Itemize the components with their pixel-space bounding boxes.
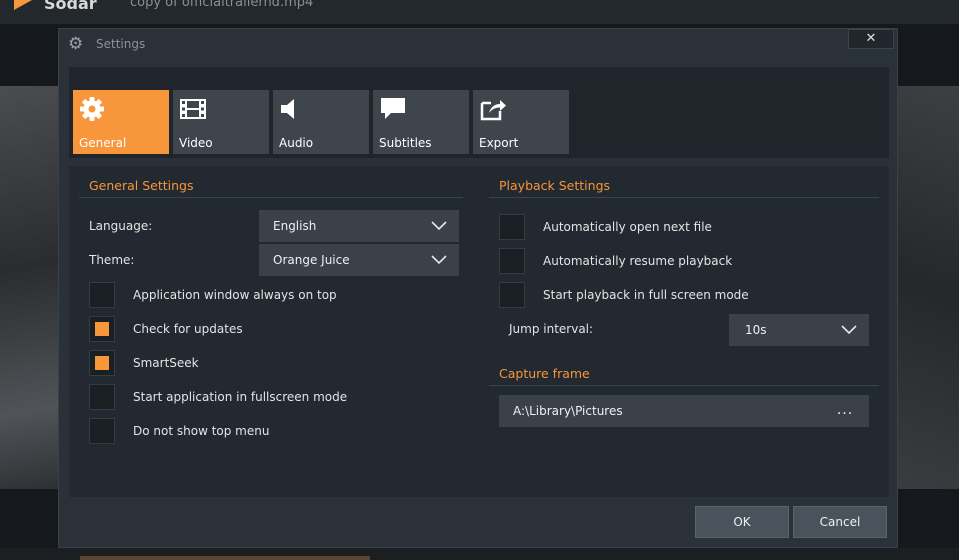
chevron-down-icon bbox=[431, 221, 447, 231]
tab-export[interactable]: Export bbox=[473, 90, 569, 154]
tab-video-label: Video bbox=[179, 136, 213, 150]
fullscreen-start-label: Start application in fullscreen mode bbox=[133, 390, 348, 404]
theme-select[interactable]: Orange Juice bbox=[259, 244, 459, 276]
chevron-down-icon bbox=[841, 325, 857, 335]
check-updates-label: Check for updates bbox=[133, 322, 243, 336]
jump-interval-value: 10s bbox=[745, 323, 767, 337]
export-icon bbox=[480, 100, 506, 121]
smartseek-label: SmartSeek bbox=[133, 356, 199, 370]
tab-general[interactable]: General bbox=[73, 90, 169, 154]
hide-top-menu-label: Do not show top menu bbox=[133, 424, 270, 438]
settings-gear-icon: ⚙ bbox=[68, 34, 84, 54]
playback-settings-divider bbox=[489, 197, 879, 198]
tab-audio-label: Audio bbox=[279, 136, 314, 150]
always-on-top-label: Application window always on top bbox=[133, 288, 337, 302]
fullscreen-playback-label: Start playback in full screen mode bbox=[543, 288, 749, 302]
jump-interval-label: Jump interval: bbox=[509, 322, 594, 336]
fullscreen-start-checkbox[interactable] bbox=[89, 384, 115, 410]
general-settings-title: General Settings bbox=[89, 178, 194, 193]
auto-open-next-checkbox[interactable] bbox=[499, 214, 525, 240]
chevron-down-icon bbox=[431, 255, 447, 265]
capture-path-value: A:\Library\Pictures bbox=[513, 404, 623, 418]
ok-button[interactable]: OK bbox=[695, 506, 789, 538]
thumbnail-strip bbox=[80, 556, 370, 560]
speech-bubble-icon bbox=[381, 98, 405, 119]
dialog-title: Settings bbox=[96, 37, 146, 51]
always-on-top-checkbox[interactable] bbox=[89, 282, 115, 308]
app-title-bar: Sodar copy of officialtrailerhd.mp4 bbox=[0, 0, 959, 24]
tab-video[interactable]: Video bbox=[173, 90, 269, 154]
gear-icon bbox=[80, 97, 104, 121]
jump-interval-select[interactable]: 10s bbox=[729, 314, 869, 346]
settings-dialog: ⚙ Settings ✕ General Video Audio Subtitl… bbox=[58, 28, 898, 548]
document-title: copy of officialtrailerhd.mp4 bbox=[130, 0, 314, 10]
capture-path-field[interactable]: A:\Library\Pictures ... bbox=[499, 395, 869, 427]
language-select[interactable]: English bbox=[259, 210, 459, 242]
smartseek-checkbox[interactable] bbox=[89, 350, 115, 376]
capture-frame-title: Capture frame bbox=[499, 366, 590, 381]
checkbox-checked-mark bbox=[95, 322, 109, 336]
theme-value: Orange Juice bbox=[273, 253, 350, 267]
browse-button[interactable]: ... bbox=[821, 395, 869, 427]
language-value: English bbox=[273, 219, 317, 233]
capture-frame-divider bbox=[489, 385, 879, 386]
video-frame-left bbox=[0, 86, 58, 489]
tab-subtitles-label: Subtitles bbox=[379, 136, 432, 150]
auto-resume-label: Automatically resume playback bbox=[543, 254, 733, 268]
app-logo-icon bbox=[14, 0, 32, 10]
check-updates-checkbox[interactable] bbox=[89, 316, 115, 342]
close-button[interactable]: ✕ bbox=[848, 29, 894, 49]
tab-subtitles[interactable]: Subtitles bbox=[373, 90, 469, 154]
tab-audio[interactable]: Audio bbox=[273, 90, 369, 154]
app-name: Sodar bbox=[44, 0, 97, 13]
tab-export-label: Export bbox=[479, 136, 519, 150]
fullscreen-playback-checkbox[interactable] bbox=[499, 282, 525, 308]
auto-open-next-label: Automatically open next file bbox=[543, 220, 712, 234]
hide-top-menu-checkbox[interactable] bbox=[89, 418, 115, 444]
checkbox-checked-mark bbox=[95, 356, 109, 370]
tab-general-label: General bbox=[79, 136, 127, 150]
language-label: Language: bbox=[89, 219, 153, 233]
cancel-button[interactable]: Cancel bbox=[793, 506, 887, 538]
general-settings-divider bbox=[79, 197, 463, 198]
speaker-icon bbox=[281, 99, 294, 119]
video-frame-right bbox=[898, 86, 959, 489]
film-icon bbox=[180, 99, 206, 119]
auto-resume-checkbox[interactable] bbox=[499, 248, 525, 274]
playback-settings-title: Playback Settings bbox=[499, 178, 611, 193]
tab-bar: General Video Audio Subtitles Export bbox=[69, 67, 889, 158]
theme-label: Theme: bbox=[89, 253, 135, 267]
general-settings-panel: General Settings Language: English Theme… bbox=[69, 166, 889, 497]
